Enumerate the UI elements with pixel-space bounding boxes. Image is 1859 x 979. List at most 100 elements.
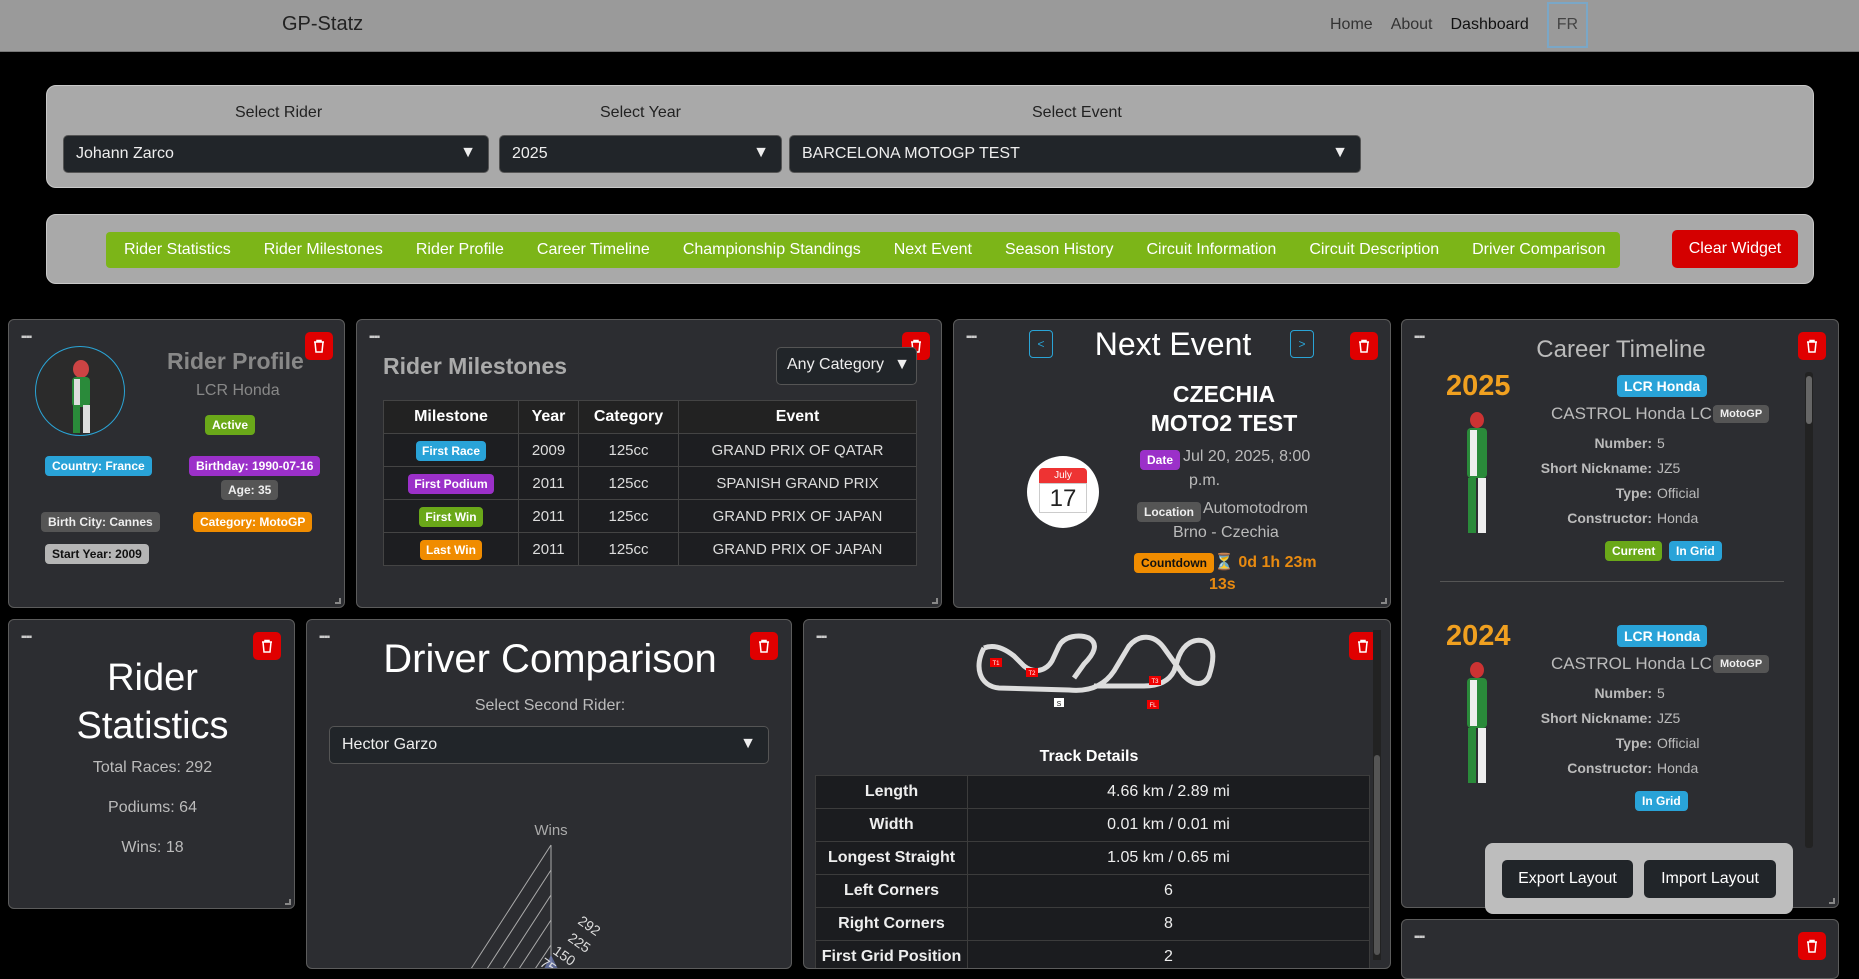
nickname-label: Short Nickname: <box>1540 460 1652 476</box>
type-value: Official <box>1657 485 1700 501</box>
import-layout-button[interactable]: Import Layout <box>1644 860 1776 898</box>
table-cell: 6 <box>967 874 1370 908</box>
event-location: Automotodrom <box>1203 500 1308 517</box>
calendar-month: July <box>1039 468 1087 483</box>
milestone-badge: First Race <box>415 440 487 461</box>
tab-next-event[interactable]: Next Event <box>894 241 972 259</box>
resize-handle[interactable] <box>1829 898 1835 904</box>
circuit-scrollbar[interactable] <box>1373 630 1381 960</box>
language-toggle[interactable]: FR <box>1546 2 1589 48</box>
next-event-button[interactable]: > <box>1290 330 1314 358</box>
delete-widget-button[interactable] <box>1798 932 1826 960</box>
table-row: Right Corners 8 <box>815 907 1370 941</box>
type-label: Type: <box>1615 735 1652 751</box>
event-name-line: CZECHIA <box>1172 381 1276 407</box>
table-cell: 125cc <box>578 499 679 533</box>
tab-championship-standings[interactable]: Championship Standings <box>683 241 861 259</box>
date-label-badge: Date <box>1140 450 1181 470</box>
team-badge: LCR Honda <box>1617 625 1708 647</box>
profile-title: Rider Profile <box>167 348 304 374</box>
table-cell: First Grid Position <box>815 940 968 968</box>
table-cell: 8 <box>967 907 1370 941</box>
tab-career-timeline[interactable]: Career Timeline <box>537 241 650 259</box>
tab-circuit-description[interactable]: Circuit Description <box>1309 241 1439 259</box>
milestone-category-select[interactable]: Any Category ▼ <box>776 347 917 385</box>
rider-select[interactable]: Johann Zarco ▼ <box>63 135 489 173</box>
drag-handle-icon[interactable]: ▪▪▪▪ <box>369 332 380 343</box>
export-layout-button[interactable]: Export Layout <box>1502 860 1633 898</box>
resize-handle[interactable] <box>932 598 938 604</box>
table-cell: Longest Straight <box>815 841 968 875</box>
constructor-value: Honda <box>1657 510 1699 526</box>
driver-comparison-widget: ▪▪▪▪ Driver Comparison Select Second Rid… <box>306 619 792 969</box>
tab-season-history[interactable]: Season History <box>1005 241 1114 259</box>
widget-tab-bar: Rider Statistics Rider Milestones Rider … <box>106 232 1620 268</box>
resize-handle[interactable] <box>1381 598 1387 604</box>
drag-handle-icon[interactable]: ▪▪▪▪ <box>1414 932 1425 943</box>
chevron-down-icon: ▼ <box>460 144 476 161</box>
year-select[interactable]: 2025 ▼ <box>499 135 782 173</box>
next-event-title: Next Event <box>1094 326 1252 362</box>
table-cell: 2 <box>967 940 1370 968</box>
chevron-down-icon: ▼ <box>1332 144 1348 161</box>
chevron-down-icon: ▼ <box>753 144 769 161</box>
drag-handle-icon[interactable]: ▪▪▪▪ <box>21 332 32 343</box>
countdown-label-badge: Countdown <box>1134 553 1214 573</box>
nickname-value: JZ5 <box>1657 460 1681 476</box>
drag-handle-icon[interactable]: ▪▪▪▪ <box>21 632 32 643</box>
second-rider-value: Hector Garzo <box>342 736 438 753</box>
table-cell: GRAND PRIX OF JAPAN <box>678 532 917 566</box>
timeline-divider <box>1440 581 1784 582</box>
track-details-title: Track Details <box>1039 748 1139 765</box>
table-row: Length 4.66 km / 2.89 mi <box>815 775 1370 809</box>
nav-dashboard-link[interactable]: Dashboard <box>1451 16 1529 34</box>
table-cell: Right Corners <box>815 907 968 941</box>
constructor-label: Constructor: <box>1567 760 1652 776</box>
timeline-scrollbar[interactable] <box>1805 372 1813 848</box>
category-badge: MotoGP <box>1713 655 1770 673</box>
in-grid-tag: In Grid <box>1669 541 1722 561</box>
milestone-badge: Last Win <box>420 539 482 560</box>
top-navbar: GP-Statz Home About Dashboard FR <box>0 0 1859 52</box>
table-cell: GRAND PRIX OF JAPAN <box>678 499 917 533</box>
tab-circuit-information[interactable]: Circuit Information <box>1146 241 1276 259</box>
resize-handle[interactable] <box>335 598 341 604</box>
birth-city-badge: Birth City: Cannes <box>41 512 160 532</box>
drag-handle-icon[interactable]: ▪▪▪▪ <box>816 632 827 643</box>
tab-rider-statistics[interactable]: Rider Statistics <box>124 241 231 259</box>
event-location-city: Brno - Czechia <box>1173 524 1279 541</box>
scrollbar-thumb[interactable] <box>1374 755 1380 955</box>
table-cell: 4.66 km / 2.89 mi <box>967 775 1370 809</box>
number-label: Number: <box>1594 435 1652 451</box>
event-select[interactable]: BARCELONA MOTOGP TEST ▼ <box>789 135 1361 173</box>
column-header: Year <box>518 400 579 434</box>
milestone-badge: First Win <box>419 506 483 527</box>
brand-logo[interactable]: GP-Statz <box>282 13 363 36</box>
number-value: 5 <box>1657 435 1665 451</box>
constructor-value: Honda <box>1657 760 1699 776</box>
tab-rider-profile[interactable]: Rider Profile <box>416 241 504 259</box>
year-select-value: 2025 <box>512 145 548 162</box>
delete-widget-button[interactable] <box>305 332 333 360</box>
stats-title: Rider Statistics <box>9 654 294 750</box>
rider-milestones-widget: ▪▪▪▪ Rider Milestones Any Category ▼ Mil… <box>356 319 942 608</box>
scrollbar-thumb[interactable] <box>1806 376 1812 424</box>
table-cell: 125cc <box>578 532 679 566</box>
calendar-day: 17 <box>1039 483 1087 513</box>
timeline-year: 2025 <box>1446 370 1511 402</box>
track-map: T1 T2 T3 S FL <box>976 633 1216 709</box>
resize-handle[interactable] <box>285 899 291 905</box>
nav-about-link[interactable]: About <box>1391 16 1433 34</box>
event-select-label: Select Event <box>1032 104 1122 121</box>
career-timeline-widget: ▪▪▪▪ Career Timeline 2025 LCR Honda CAST… <box>1401 319 1839 908</box>
status-badge: Active <box>205 415 256 435</box>
milestones-table: Milestone Year Category Event First Race… <box>383 400 917 566</box>
tab-driver-comparison[interactable]: Driver Comparison <box>1472 241 1605 259</box>
nav-home-link[interactable]: Home <box>1330 16 1373 34</box>
trash-icon <box>1358 639 1368 653</box>
total-races: Total Races: 292 <box>92 759 213 776</box>
table-cell: 2011 <box>518 499 579 533</box>
second-rider-select[interactable]: Hector Garzo ▼ <box>329 726 769 764</box>
clear-widget-button[interactable]: Clear Widget <box>1672 230 1798 268</box>
tab-rider-milestones[interactable]: Rider Milestones <box>264 241 383 259</box>
